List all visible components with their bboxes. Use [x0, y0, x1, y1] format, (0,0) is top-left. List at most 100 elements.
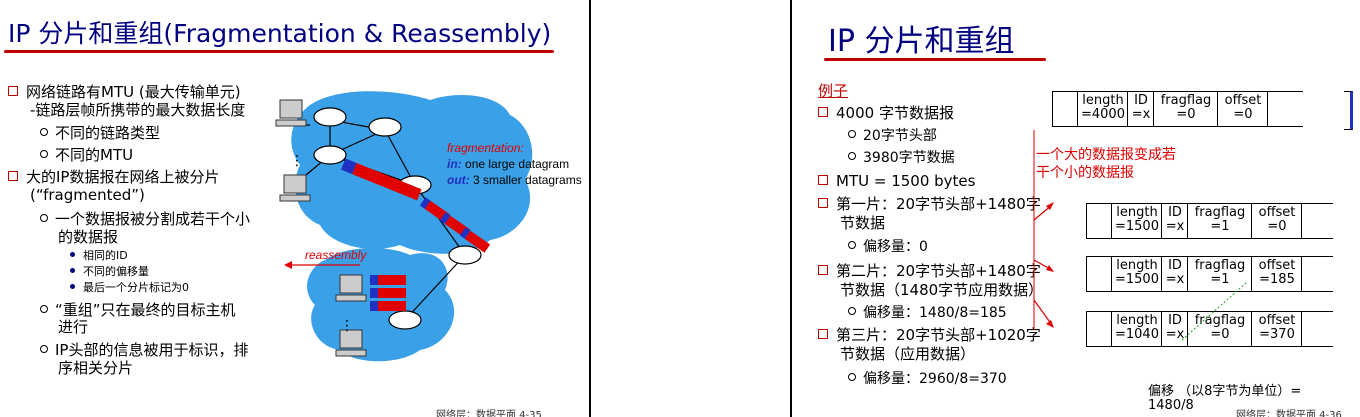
- header-field: offset =0: [1219, 92, 1267, 126]
- bullet-item: 4000 字节数据报: [818, 104, 954, 122]
- field-value: =1500: [1115, 272, 1159, 287]
- bullet-text: 网络链路有MTU (最大传输单元): [26, 83, 241, 101]
- bullet-text: 节数据（1480字节应用数据）: [840, 281, 1044, 299]
- field-label: length: [1116, 313, 1158, 328]
- field-label: ID: [1168, 258, 1182, 273]
- out-line: out: 3 smaller datagrams: [447, 173, 582, 187]
- ellipsis-dots: ⋮: [340, 318, 354, 334]
- circle-bullet-icon: [40, 128, 48, 136]
- bullet-text: 第三片：20字节头部+1020字: [836, 326, 1041, 344]
- square-bullet-icon: [818, 107, 828, 117]
- ip-header-box: length =1500 ID =x fragflag =1 offset =0: [1086, 203, 1333, 239]
- field-separator: [1161, 257, 1162, 291]
- field-separator: [1267, 92, 1268, 126]
- in-text: one large datagram: [465, 157, 570, 171]
- field-separator: [1161, 312, 1162, 346]
- reassembly-label: reassembly: [305, 248, 367, 262]
- bullet-item: 节数据（应用数据）: [840, 345, 975, 363]
- field-label: ID: [1168, 205, 1182, 220]
- square-bullet-icon: [818, 329, 828, 339]
- dot-bullet-icon: [70, 252, 75, 257]
- header-field: offset =0: [1253, 204, 1301, 238]
- bullet-item: 节数据（1480字节应用数据）: [840, 281, 1043, 299]
- header-field: length =1500: [1113, 257, 1161, 291]
- header-field: ID =x: [1163, 204, 1187, 238]
- field-value: =1500: [1115, 219, 1159, 234]
- header-field: length =1040: [1113, 312, 1161, 346]
- field-separator: [1161, 204, 1162, 238]
- title-underline: [824, 58, 1046, 61]
- in-line: in: one large datagram: [447, 157, 569, 171]
- circle-bullet-icon: [40, 345, 48, 353]
- field-separator: [1077, 92, 1078, 126]
- field-separator: [1111, 204, 1112, 238]
- field-label: fragflag: [1160, 93, 1212, 108]
- ip-header-box: length =4000 ID =x fragflag =0 offset =0: [1052, 91, 1303, 127]
- field-value: =0: [1233, 107, 1253, 122]
- dot-bullet-icon: [70, 284, 75, 289]
- in-label: in:: [447, 157, 462, 171]
- field-separator: [1111, 312, 1112, 346]
- bullet-text: 节数据: [840, 214, 886, 232]
- field-separator: [1251, 204, 1252, 238]
- bullet-item: 不同的链路类型: [40, 124, 160, 142]
- bullet-item: 进行: [58, 318, 88, 336]
- bullet-text: 不同的MTU: [55, 146, 134, 164]
- bullet-item: 序相关分片: [58, 359, 133, 377]
- circle-bullet-icon: [848, 130, 856, 138]
- slide-title: IP 分片和重组: [828, 24, 1015, 59]
- payload-bracket: [1344, 91, 1353, 130]
- bullet-text: 的数据报: [58, 228, 119, 246]
- circle-bullet-icon: [848, 241, 856, 249]
- field-separator: [1301, 312, 1302, 346]
- reassembled-fragments: [370, 275, 406, 311]
- bullet-item: 第三片：20字节头部+1020字: [818, 326, 1041, 344]
- field-value: =370: [1259, 327, 1295, 342]
- bullet-text: 偏移量：2960/8=370: [863, 371, 1007, 387]
- field-value: =0: [1267, 219, 1287, 234]
- bullet-item: 一个数据报被分割成若干个小: [40, 210, 250, 228]
- bullet-text: 序相关分片: [58, 359, 134, 377]
- bullet-item: 网络链路有MTU (最大传输单元): [8, 83, 241, 101]
- field-label: fragflag: [1194, 258, 1246, 273]
- header-field: ID =x: [1129, 92, 1153, 126]
- dot-bullet-icon: [70, 268, 75, 273]
- bullet-text: -链路层帧所携带的最大数据长度: [30, 101, 246, 119]
- bullet-text: 偏移量：0: [863, 239, 928, 255]
- fragmentation-label: fragmentation:: [447, 141, 524, 155]
- field-separator: [1187, 204, 1188, 238]
- bullet-text: IP头部的信息被用于标识，排: [55, 341, 249, 359]
- slide-border: [589, 0, 591, 417]
- field-value: =1040: [1115, 327, 1159, 342]
- circle-bullet-icon: [40, 214, 48, 222]
- bullet-text: 第一片：20字节头部+1480字: [836, 195, 1041, 213]
- bullet-text: 不同的偏移量: [83, 265, 149, 278]
- bullet-text: 偏移量：1480/8=185: [863, 305, 1007, 321]
- slide-title: IP 分片和重组(Fragmentation & Reassembly): [8, 19, 552, 48]
- field-value: =x: [1131, 107, 1151, 122]
- bullet-item: 偏移量：2960/8=370: [848, 370, 1007, 388]
- annotation-arrows: [1033, 130, 1054, 330]
- bullet-text: 3980字节数据: [863, 150, 955, 166]
- bullet-text: 4000 字节数据报: [836, 104, 954, 122]
- field-separator: [1111, 257, 1112, 291]
- arrow-head-icon: [284, 261, 292, 269]
- bullet-item: 偏移量：1480/8=185: [848, 304, 1007, 322]
- field-separator: [1301, 204, 1302, 238]
- header-field: length =1500: [1113, 204, 1161, 238]
- field-label: offset: [1224, 93, 1262, 108]
- circle-bullet-icon: [40, 305, 48, 313]
- bullet-item: IP头部的信息被用于标识，排: [40, 341, 248, 359]
- network-diagram: ⋮ ⋮: [275, 91, 533, 362]
- field-label: offset: [1258, 258, 1296, 273]
- bullet-item: -链路层帧所携带的最大数据长度: [30, 101, 245, 119]
- field-separator: [1153, 92, 1154, 126]
- bullet-text: MTU = 1500 bytes: [836, 172, 976, 190]
- field-label: length: [1116, 258, 1158, 273]
- circle-bullet-icon: [848, 307, 856, 315]
- field-separator: [1127, 92, 1128, 126]
- circle-bullet-icon: [848, 152, 856, 160]
- bullet-item: MTU = 1500 bytes: [818, 172, 975, 190]
- bullet-text: 相同的ID: [83, 249, 128, 262]
- square-bullet-icon: [818, 265, 828, 275]
